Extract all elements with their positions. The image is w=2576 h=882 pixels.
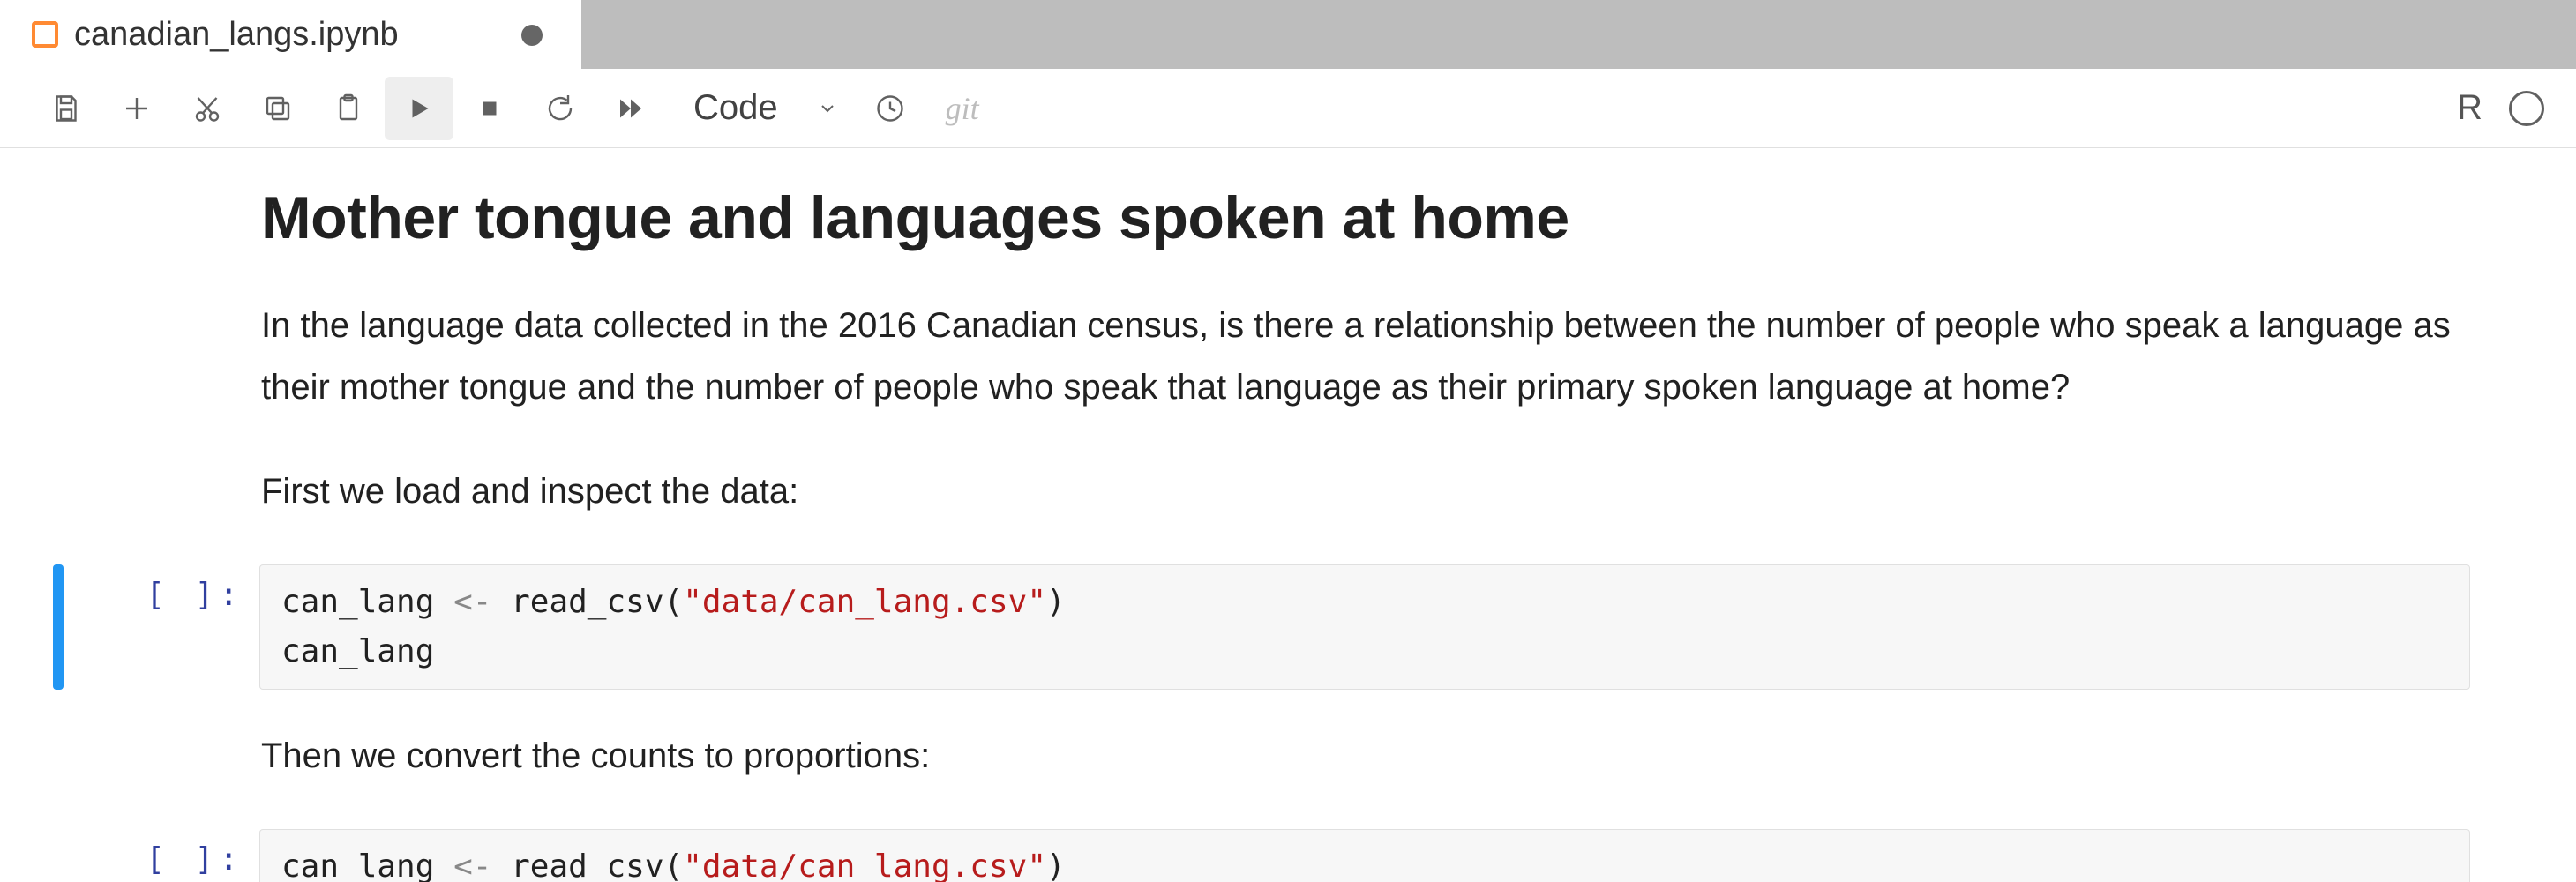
intro-paragraph: In the language data collected in the 20… — [261, 295, 2470, 418]
run-button[interactable] — [385, 77, 453, 140]
tab-bar: canadian_langs.ipynb — [0, 0, 2576, 69]
cell-type-select[interactable]: Code — [667, 88, 854, 128]
markdown-cell[interactable]: Then we convert the counts to proportion… — [261, 725, 2470, 787]
cut-button[interactable] — [173, 77, 242, 140]
kernel-name[interactable]: R — [2457, 88, 2482, 128]
restart-kernel-button[interactable] — [526, 77, 595, 140]
notebook-body: Mother tongue and languages spoken at ho… — [0, 148, 2576, 882]
cell-prompt: [ ]: — [127, 829, 259, 882]
step1-paragraph: First we load and inspect the data: — [261, 460, 2470, 522]
cell-selection-indicator — [53, 564, 64, 690]
code-cell[interactable]: [ ]: can_lang <- read_csv("data/can_lang… — [53, 564, 2576, 690]
cell-prompt: [ ]: — [127, 564, 259, 690]
file-tab[interactable]: canadian_langs.ipynb — [0, 0, 582, 69]
notebook-toolbar: Code git R — [0, 69, 2576, 148]
code-input[interactable]: can_lang <- read_csv("data/can_lang.csv"… — [259, 829, 2470, 882]
copy-button[interactable] — [243, 77, 312, 140]
kernel-status-idle-icon[interactable] — [2509, 91, 2544, 126]
restart-run-all-button[interactable] — [596, 77, 665, 140]
code-cell[interactable]: [ ]: can_lang <- read_csv("data/can_lang… — [53, 829, 2576, 882]
git-label[interactable]: git — [946, 90, 979, 127]
cell-type-selected-label: Code — [693, 88, 778, 128]
markdown-cell[interactable]: Mother tongue and languages spoken at ho… — [261, 183, 2470, 522]
page-title: Mother tongue and languages spoken at ho… — [261, 183, 2470, 252]
code-input[interactable]: can_lang <- read_csv("data/can_lang.csv"… — [259, 564, 2470, 690]
paste-button[interactable] — [314, 77, 383, 140]
notebook-icon — [32, 21, 58, 48]
unsaved-changes-icon — [521, 25, 543, 46]
step2-paragraph: Then we convert the counts to proportion… — [261, 725, 2470, 787]
interrupt-button[interactable] — [455, 77, 524, 140]
chevron-down-icon — [817, 98, 838, 119]
command-history-button[interactable] — [856, 77, 925, 140]
save-button[interactable] — [32, 77, 101, 140]
tab-filename: canadian_langs.ipynb — [74, 16, 399, 54]
insert-cell-button[interactable] — [102, 77, 171, 140]
